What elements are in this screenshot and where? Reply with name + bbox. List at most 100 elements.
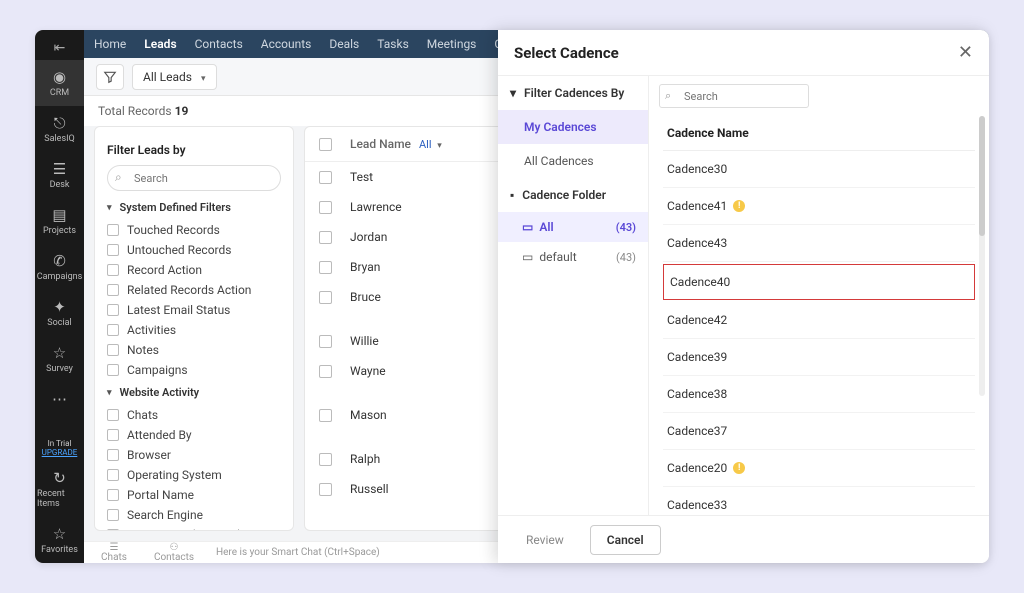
- filter-group-website[interactable]: Website Activity: [107, 386, 281, 399]
- checkbox[interactable]: [107, 324, 119, 336]
- filter-option[interactable]: Search Engine: [107, 505, 281, 525]
- row-checkbox[interactable]: [319, 171, 332, 184]
- checkbox[interactable]: [107, 429, 119, 441]
- checkbox[interactable]: [107, 244, 119, 256]
- sidebar-item-survey[interactable]: ☆Survey: [35, 336, 84, 382]
- folder-all[interactable]: ▭All (43): [498, 212, 648, 242]
- cadence-search-input[interactable]: [659, 84, 809, 108]
- row-checkbox[interactable]: [319, 291, 332, 304]
- tab-accounts[interactable]: Accounts: [261, 37, 312, 51]
- chatbar-contacts-label: Contacts: [154, 553, 194, 563]
- checkbox[interactable]: [107, 284, 119, 296]
- filter-option[interactable]: Campaigns: [107, 360, 281, 380]
- chatbar-chats[interactable]: ☰ Chats: [84, 541, 144, 564]
- sidebar-item-projects[interactable]: ▤Projects: [35, 198, 84, 244]
- filter-option[interactable]: Latest Email Status: [107, 300, 281, 320]
- row-checkbox[interactable]: [319, 365, 332, 378]
- checkbox[interactable]: [107, 264, 119, 276]
- sidebar-item-more[interactable]: ⋯: [35, 382, 84, 418]
- recent-label: Recent Items: [37, 489, 82, 509]
- cadence-item-name: Cadence39: [667, 350, 727, 364]
- sidebar-item-social[interactable]: ✦Social: [35, 290, 84, 336]
- sidebar-item-label: Campaigns: [37, 272, 82, 282]
- row-checkbox[interactable]: [319, 201, 332, 214]
- column-all-dropdown[interactable]: All: [419, 138, 442, 151]
- checkbox[interactable]: [107, 449, 119, 461]
- filter-search-input[interactable]: [107, 165, 281, 191]
- checkbox[interactable]: [107, 304, 119, 316]
- row-checkbox[interactable]: [319, 453, 332, 466]
- checkbox[interactable]: [107, 364, 119, 376]
- cadence-item[interactable]: Cadence40: [663, 264, 975, 300]
- filter-group-system[interactable]: System Defined Filters: [107, 201, 281, 214]
- sidebar-item-label: Survey: [46, 364, 73, 374]
- upgrade-link[interactable]: UPGRADE: [42, 448, 78, 457]
- filter-option[interactable]: Attended By: [107, 425, 281, 445]
- row-checkbox[interactable]: [319, 261, 332, 274]
- tab-contacts[interactable]: Contacts: [195, 37, 243, 51]
- filter-option[interactable]: Portal Name: [107, 485, 281, 505]
- checkbox[interactable]: [107, 529, 119, 531]
- checkbox[interactable]: [107, 509, 119, 521]
- my-cadences-tab[interactable]: My Cadences: [498, 110, 648, 144]
- select-all-checkbox[interactable]: [319, 138, 332, 151]
- checkbox[interactable]: [107, 469, 119, 481]
- cancel-button[interactable]: Cancel: [590, 525, 661, 555]
- filter-option[interactable]: Untouched Records: [107, 240, 281, 260]
- row-checkbox[interactable]: [319, 409, 332, 422]
- filter-option[interactable]: Related Records Action: [107, 280, 281, 300]
- scrollbar-thumb[interactable]: [979, 116, 985, 236]
- filter-option[interactable]: Browser: [107, 445, 281, 465]
- review-button[interactable]: Review: [510, 525, 580, 555]
- sidebar-item-salesiq[interactable]: ⎋SalesIQ: [35, 106, 84, 152]
- checkbox[interactable]: [107, 409, 119, 421]
- row-checkbox[interactable]: [319, 335, 332, 348]
- filter-option[interactable]: Operating System: [107, 465, 281, 485]
- cadence-list[interactable]: Cadence Name Cadence30Cadence41!Cadence4…: [649, 116, 989, 515]
- tab-meetings[interactable]: Meetings: [427, 37, 477, 51]
- filter-option[interactable]: Notes: [107, 340, 281, 360]
- filter-icon-button[interactable]: [96, 64, 124, 90]
- cadence-item[interactable]: Cadence38: [663, 376, 975, 413]
- cadence-item[interactable]: Cadence42: [663, 302, 975, 339]
- filter-option[interactable]: Touched Records: [107, 220, 281, 240]
- filter-option[interactable]: Time Spent (Minutes): [107, 525, 281, 531]
- view-dropdown[interactable]: All Leads: [132, 64, 217, 90]
- chatbar-contacts[interactable]: ⚇ Contacts: [144, 541, 204, 564]
- cadence-item[interactable]: Cadence39: [663, 339, 975, 376]
- checkbox[interactable]: [107, 344, 119, 356]
- tab-tasks[interactable]: Tasks: [377, 37, 409, 51]
- close-button[interactable]: ✕: [958, 42, 973, 63]
- sidebar-item-crm[interactable]: ◉CRM: [35, 60, 84, 106]
- tab-leads[interactable]: Leads: [144, 37, 176, 51]
- sidebar-item-desk[interactable]: ☰Desk: [35, 152, 84, 198]
- filter-option[interactable]: Activities: [107, 320, 281, 340]
- cadence-item[interactable]: Cadence30: [663, 151, 975, 188]
- all-cadences-tab[interactable]: All Cadences: [498, 144, 648, 178]
- checkbox[interactable]: [107, 489, 119, 501]
- sidebar-recent-items[interactable]: ↻ Recent Items: [35, 461, 84, 517]
- cadence-item[interactable]: Cadence37: [663, 413, 975, 450]
- folder-default[interactable]: ▭default (43): [498, 242, 648, 272]
- cadence-item[interactable]: Cadence43: [663, 225, 975, 262]
- row-checkbox[interactable]: [319, 483, 332, 496]
- filter-option-label: Related Records Action: [127, 283, 251, 297]
- sidebar-item-label: Social: [47, 318, 71, 328]
- tab-home[interactable]: Home: [94, 37, 126, 51]
- collapse-sidebar-icon[interactable]: ⇤: [35, 36, 84, 60]
- view-dropdown-label: All Leads: [143, 70, 192, 84]
- row-checkbox[interactable]: [319, 231, 332, 244]
- tab-deals[interactable]: Deals: [329, 37, 359, 51]
- cadence-item[interactable]: Cadence41!: [663, 188, 975, 225]
- checkbox[interactable]: [107, 224, 119, 236]
- sidebar-favorites[interactable]: ☆ Favorites: [35, 517, 84, 563]
- cadence-item-name: Cadence33: [667, 498, 727, 512]
- sidebar-item-label: Projects: [43, 226, 76, 236]
- filter-option[interactable]: Record Action: [107, 260, 281, 280]
- scrollbar[interactable]: [979, 116, 985, 396]
- cadence-item[interactable]: Cadence33: [663, 487, 975, 515]
- column-lead-name[interactable]: Lead Name: [350, 137, 411, 151]
- sidebar-item-campaigns[interactable]: ✆Campaigns: [35, 244, 84, 290]
- filter-option[interactable]: Chats: [107, 405, 281, 425]
- cadence-item[interactable]: Cadence20!: [663, 450, 975, 487]
